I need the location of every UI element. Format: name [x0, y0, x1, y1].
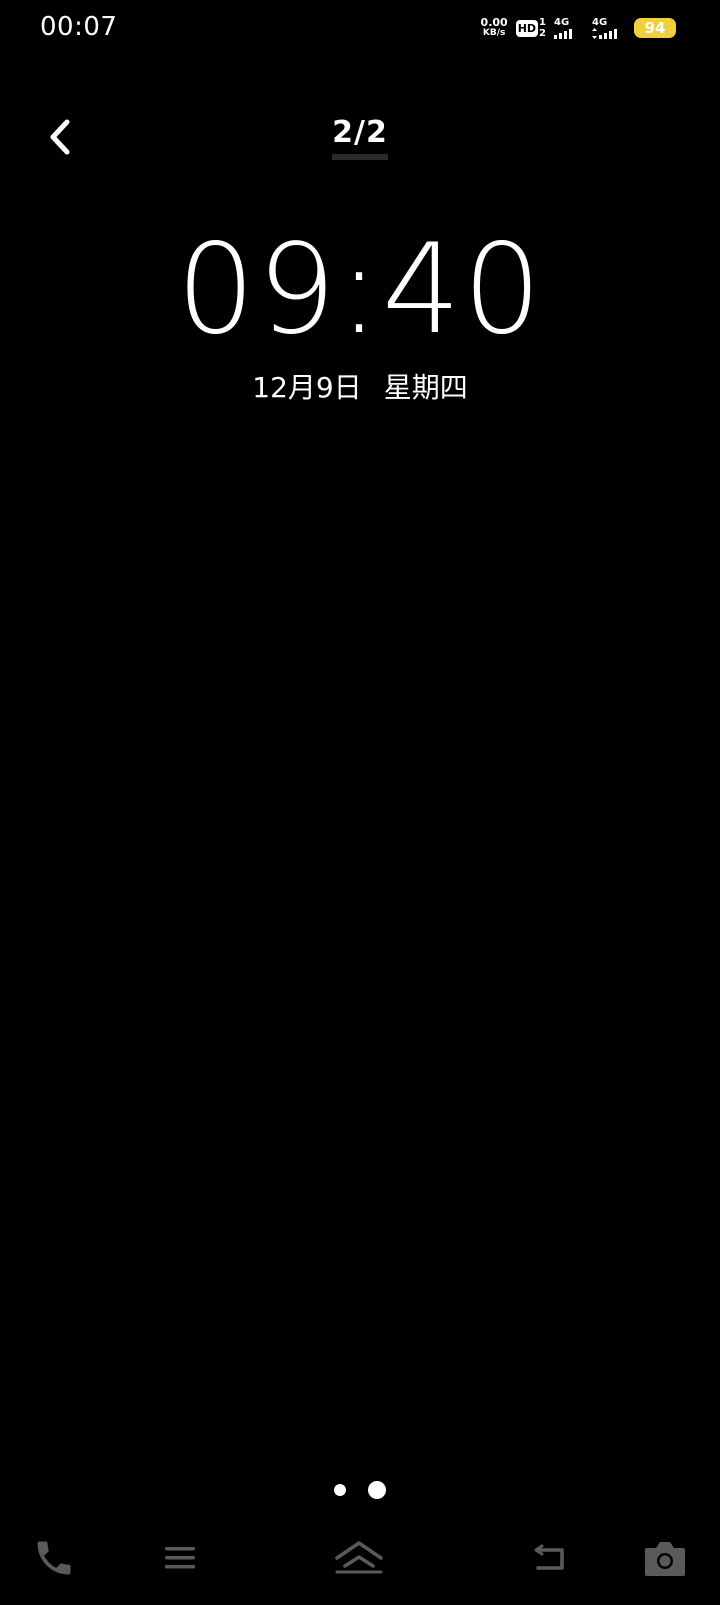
- preview-date-line: 12月9日 星期四: [0, 366, 720, 406]
- network-speed: 0.00 KB/s: [481, 17, 508, 39]
- signal-bars-icon: [592, 28, 617, 39]
- status-bar: 00:07 0.00 KB/s HD 1 2 4G 4G 94: [0, 0, 720, 56]
- page-dots: [0, 1481, 720, 1499]
- page-dot-active[interactable]: [368, 1481, 386, 1499]
- back-icon: [534, 1544, 564, 1570]
- sim1-network-type: 4G: [554, 17, 570, 28]
- preview-weekday: 星期四: [383, 371, 468, 404]
- phone-icon: [37, 1541, 71, 1575]
- data-arrows-icon: [592, 28, 597, 39]
- page-indicator-label: 2/2: [332, 115, 388, 160]
- hd-voice-badge: HD 1 2: [515, 17, 546, 39]
- home-icon: [335, 1541, 383, 1574]
- status-icons: 0.00 KB/s HD 1 2 4G 4G 94: [481, 14, 676, 42]
- sim2-network-type: 4G: [592, 17, 608, 28]
- hd-sim2-number: 2: [539, 28, 546, 39]
- hd-sim-numbers: 1 2: [539, 17, 546, 39]
- battery-icon: 94: [634, 18, 676, 38]
- hd-icon: HD: [515, 19, 539, 37]
- page-indicator: 2/2: [0, 115, 720, 160]
- camera-button[interactable]: [637, 1530, 693, 1586]
- sim1-signal: 4G: [554, 17, 584, 39]
- screen: 00:07 0.00 KB/s HD 1 2 4G 4G 94 2/2 09:4…: [0, 0, 720, 1605]
- signal-bars-icon: [554, 28, 572, 39]
- menu-button[interactable]: [152, 1530, 208, 1586]
- page-dot[interactable]: [334, 1484, 346, 1496]
- home-button[interactable]: [331, 1530, 387, 1586]
- back-nav-button[interactable]: [522, 1530, 578, 1586]
- hd-sim1-number: 1: [539, 17, 546, 28]
- phone-button[interactable]: [26, 1530, 82, 1586]
- camera-icon: [645, 1542, 685, 1576]
- preview-clock-time: 09:40: [176, 218, 544, 362]
- sim2-signal: 4G: [592, 17, 622, 39]
- network-speed-value: 0.00: [480, 16, 508, 29]
- menu-icon: [165, 1547, 195, 1569]
- status-time: 00:07: [40, 12, 118, 42]
- network-speed-unit: KB/s: [482, 28, 506, 38]
- bottom-nav: [0, 1530, 720, 1605]
- preview-date: 12月9日: [252, 371, 362, 404]
